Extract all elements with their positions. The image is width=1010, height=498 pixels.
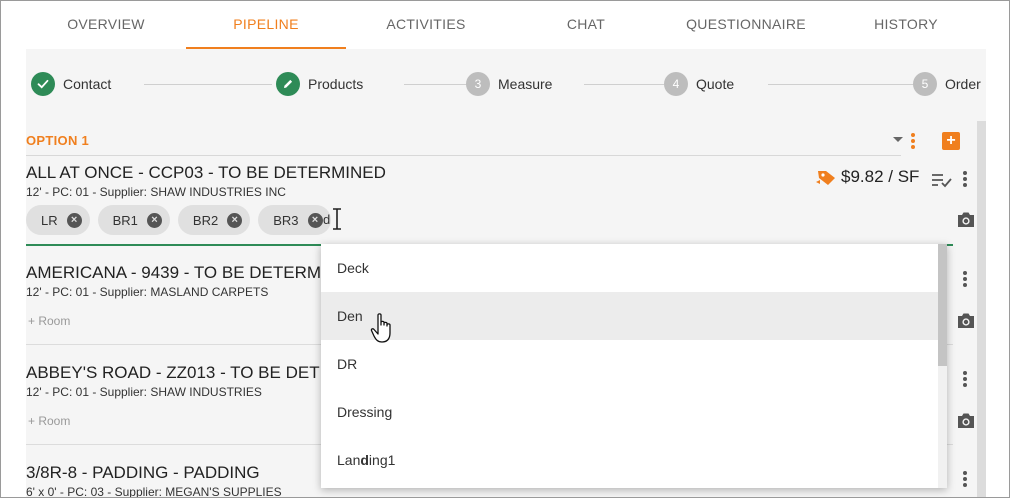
pencil-icon	[276, 72, 300, 96]
option-title: OPTION 1	[26, 133, 90, 148]
check-icon	[31, 72, 55, 96]
option-more-icon[interactable]	[911, 133, 915, 149]
step-number: 5	[913, 72, 937, 96]
checklist-icon[interactable]	[931, 172, 953, 188]
match-prefix: Lan	[337, 452, 361, 468]
list-scrollbar[interactable]	[977, 121, 986, 497]
tab-questionnaire[interactable]: QUESTIONNAIRE	[666, 1, 826, 49]
step-measure[interactable]: 3 Measure	[466, 72, 552, 96]
camera-icon[interactable]	[956, 312, 976, 329]
dropdown-scroll-thumb[interactable]	[938, 244, 947, 366]
price-display[interactable]: $9.82 / SF	[816, 167, 919, 187]
add-room-link[interactable]: + Room	[28, 314, 70, 328]
room-chip[interactable]: BR2 ×	[177, 205, 251, 235]
product-subtitle: 12' - PC: 01 - Supplier: SHAW INDUSTRIES…	[26, 185, 286, 199]
price-text: $9.82 / SF	[841, 167, 920, 186]
step-quote[interactable]: 4 Quote	[664, 72, 734, 96]
room-chip[interactable]: BR1 ×	[97, 205, 170, 235]
product-more-icon[interactable]	[963, 271, 967, 287]
add-option-button[interactable]: +	[942, 132, 960, 150]
chip-label: BR1	[112, 212, 138, 228]
tab-activities[interactable]: ACTIVITIES	[346, 1, 506, 49]
tab-history[interactable]: HISTORY	[826, 1, 986, 49]
room-chips: LR × BR1 × BR2 × BR3 ×	[26, 205, 331, 235]
tab-bar: OVERVIEW PIPELINE ACTIVITIES CHAT QUESTI…	[26, 1, 986, 49]
step-connector	[404, 84, 470, 85]
step-number: 3	[466, 72, 490, 96]
step-connector	[144, 84, 272, 85]
suggestion-item[interactable]: Deck	[321, 244, 947, 292]
progress-stepper: Contact Products 3 Measure 4 Quote 5 Ord…	[26, 49, 986, 119]
product-row: ALL AT ONCE - CCP03 - TO BE DETERMINED 1…	[26, 163, 953, 199]
suggestion-item[interactable]: DR	[321, 340, 947, 388]
step-products[interactable]: Products	[276, 72, 363, 96]
chip-label: BR3	[273, 212, 299, 228]
step-contact[interactable]: Contact	[31, 72, 111, 96]
chip-label: LR	[41, 212, 58, 228]
match-highlight: d	[360, 452, 369, 468]
close-icon[interactable]: ×	[227, 212, 243, 228]
step-number: 4	[664, 72, 688, 96]
chip-label: BR2	[192, 212, 219, 228]
product-more-icon[interactable]	[963, 371, 967, 387]
room-suggestion-dropdown: Deck Den DR Dressing Landing1	[321, 244, 947, 488]
room-chip[interactable]: BR3 ×	[258, 205, 331, 235]
step-connector	[768, 84, 914, 85]
step-label: Contact	[63, 76, 112, 92]
text-cursor-icon	[333, 208, 341, 230]
step-connector	[584, 84, 664, 85]
camera-icon[interactable]	[956, 211, 976, 228]
app-window: OVERVIEW PIPELINE ACTIVITIES CHAT QUESTI…	[0, 0, 1010, 498]
suggestion-item[interactable]: Den	[321, 292, 947, 340]
product-title: ALL AT ONCE - CCP03 - TO BE DETERMINED	[26, 163, 386, 182]
close-icon[interactable]: ×	[146, 212, 162, 228]
camera-icon[interactable]	[956, 412, 976, 429]
chevron-down-icon[interactable]	[893, 137, 903, 142]
step-label: Products	[308, 76, 364, 92]
suggestion-item[interactable]: Dressing	[321, 388, 947, 436]
close-icon[interactable]: ×	[66, 212, 82, 228]
divider	[26, 155, 901, 156]
suggestion-item[interactable]: Landing1	[321, 436, 947, 484]
hand-cursor-icon	[370, 313, 391, 343]
step-label: Measure	[498, 76, 553, 92]
step-label: Quote	[696, 76, 735, 92]
product-more-icon[interactable]	[963, 171, 967, 187]
match-suffix: ing1	[368, 452, 396, 468]
tab-chat[interactable]: CHAT	[506, 1, 666, 49]
step-order[interactable]: 5 Order	[913, 72, 981, 96]
close-icon[interactable]: ×	[307, 212, 323, 228]
tab-pipeline[interactable]: PIPELINE	[186, 1, 346, 49]
step-label: Order	[945, 76, 981, 92]
room-chip[interactable]: LR ×	[26, 205, 90, 235]
tab-overview[interactable]: OVERVIEW	[26, 1, 186, 49]
product-more-icon[interactable]	[963, 471, 967, 487]
price-tag-icon	[816, 171, 835, 185]
add-room-link[interactable]: + Room	[28, 414, 70, 428]
